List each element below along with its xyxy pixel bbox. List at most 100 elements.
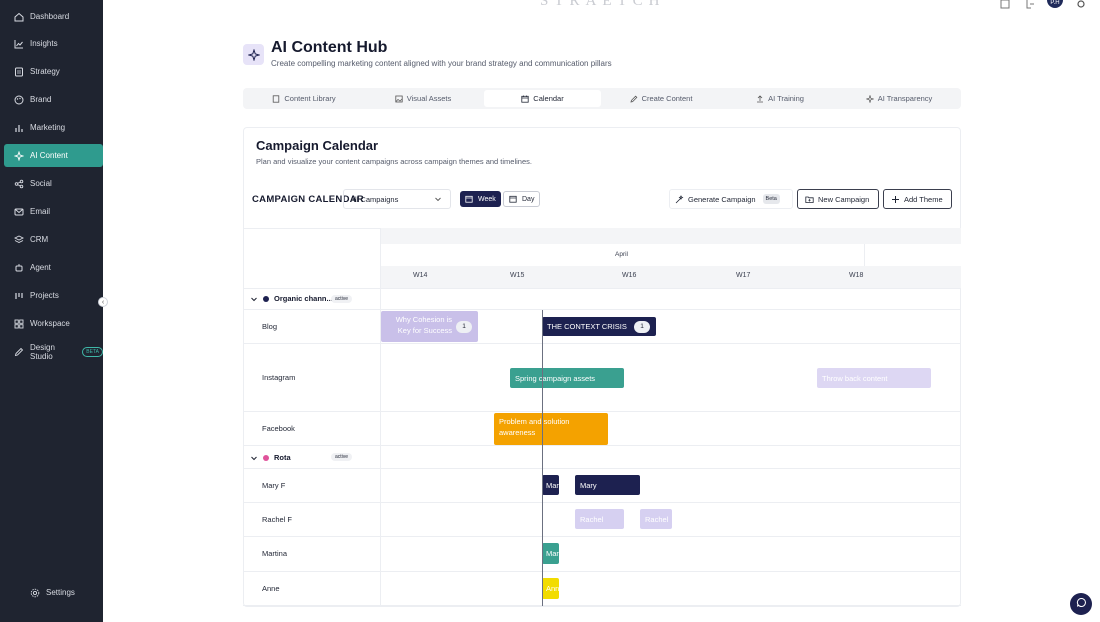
event-bar-instagram[interactable]: Throw back content xyxy=(817,368,931,388)
sidebar-item-settings[interactable]: Settings xyxy=(20,581,100,604)
sidebar-item-dashboard[interactable]: Dashboard xyxy=(4,5,103,28)
row-label-rachel-f: Rachel F xyxy=(262,515,293,524)
row-label-facebook: Facebook xyxy=(262,424,295,433)
gear-icon[interactable] xyxy=(1076,0,1086,8)
tab-visual-assets[interactable]: Visual Assets xyxy=(363,90,483,107)
sidebar-item-agent[interactable]: Agent xyxy=(4,256,103,279)
ai-hub-icon xyxy=(243,44,264,65)
sidebar-item-label: Email xyxy=(30,207,51,216)
today-indicator-line xyxy=(542,310,543,606)
avatar[interactable]: P.H xyxy=(1047,0,1063,8)
event-bar-blog[interactable]: THE CONTEXT CRISIS 1 xyxy=(542,317,656,336)
crm-icon xyxy=(14,234,24,245)
chat-bubble-icon xyxy=(1076,595,1087,613)
sidebar: Dashboard Insights Strategy Brand Market… xyxy=(0,0,103,622)
plus-icon xyxy=(891,195,899,203)
logout-icon[interactable] xyxy=(1025,0,1035,9)
home-icon xyxy=(14,12,24,22)
event-title: Problem and solution awareness xyxy=(499,417,570,437)
new-campaign-button[interactable]: New Campaign xyxy=(797,189,879,209)
sidebar-item-brand[interactable]: Brand xyxy=(4,88,103,111)
event-bar-instagram[interactable]: Spring campaign assets xyxy=(510,368,624,388)
tab-content-library[interactable]: Content Library xyxy=(245,90,363,107)
tab-ai-transparency[interactable]: AI Transparency xyxy=(840,90,958,107)
tab-label: AI Training xyxy=(768,94,804,103)
sidebar-item-design-studio[interactable]: Design Studio BETA xyxy=(4,340,103,363)
event-count-badge: 1 xyxy=(634,320,650,333)
add-theme-label: Add Theme xyxy=(904,194,943,204)
pencil-icon xyxy=(630,95,638,103)
event-bar-rachel-f[interactable]: Rachel xyxy=(575,509,624,529)
row-divider xyxy=(243,343,961,344)
sidebar-item-strategy[interactable]: Strategy xyxy=(4,60,103,83)
add-theme-button[interactable]: Add Theme xyxy=(883,189,952,209)
generate-label: Generate Campaign xyxy=(688,194,756,204)
row-divider xyxy=(243,309,961,310)
tab-label: Create Content xyxy=(641,94,693,103)
image-icon xyxy=(395,95,403,103)
group-header-organic[interactable]: Organic chann... xyxy=(250,294,333,303)
sidebar-collapse-button[interactable]: ‹ xyxy=(98,297,108,307)
grid-icon xyxy=(14,319,24,329)
chat-button[interactable] xyxy=(1070,593,1092,615)
row-divider xyxy=(243,288,961,289)
row-label-martina: Martina xyxy=(262,549,288,558)
page-subtitle: Create compelling marketing content alig… xyxy=(271,59,612,68)
sidebar-item-marketing[interactable]: Marketing xyxy=(4,116,103,139)
event-title: Martina xyxy=(546,549,559,558)
event-title: Mary xyxy=(546,480,559,490)
brand-logo: STRAETCH xyxy=(540,0,666,9)
day-view-button[interactable]: Day xyxy=(503,191,540,207)
pen-icon xyxy=(14,347,24,357)
file-icon xyxy=(272,94,280,103)
document-icon xyxy=(14,67,24,77)
gear-icon xyxy=(30,588,40,598)
sidebar-item-crm[interactable]: CRM xyxy=(4,228,103,251)
sidebar-item-ai-content[interactable]: AI Content xyxy=(4,144,103,167)
sidebar-item-projects[interactable]: Projects xyxy=(4,284,103,307)
tab-label: Calendar xyxy=(533,94,564,103)
event-bar-martina[interactable]: Martina xyxy=(542,543,559,564)
week-view-button[interactable]: Week xyxy=(460,191,501,207)
sidebar-item-label: Agent xyxy=(30,263,51,272)
chevron-down-icon[interactable] xyxy=(250,295,258,303)
sidebar-item-label: Strategy xyxy=(30,67,60,76)
status-badge: active xyxy=(331,295,353,303)
calendar-icon xyxy=(521,95,529,103)
sidebar-item-email[interactable]: Email xyxy=(4,200,103,223)
sidebar-item-workspace[interactable]: Workspace xyxy=(4,312,103,335)
beta-badge: BETA xyxy=(82,346,103,357)
week-label: Week xyxy=(478,195,496,203)
tab-label: Content Library xyxy=(284,94,336,103)
row-divider xyxy=(243,536,961,537)
tab-create-content[interactable]: Create Content xyxy=(602,90,720,107)
chevron-down-icon[interactable] xyxy=(250,454,258,462)
generate-campaign-button[interactable]: Generate Campaign Beta xyxy=(669,189,793,209)
sidebar-item-social[interactable]: Social xyxy=(4,172,103,195)
event-bar-mary-f[interactable]: Mary xyxy=(575,475,640,495)
group-name: Organic chann... xyxy=(274,294,333,303)
sparkles-icon xyxy=(14,150,24,161)
share-icon[interactable] xyxy=(1000,0,1010,9)
event-bar-mary-f[interactable]: Mary xyxy=(542,475,559,495)
calendar-icon xyxy=(509,195,517,203)
campaign-select[interactable]: All Campaigns xyxy=(343,189,451,209)
sidebar-item-label: Dashboard xyxy=(30,12,70,21)
tab-calendar[interactable]: Calendar xyxy=(484,90,601,107)
row-divider xyxy=(243,411,961,412)
group-header-rota[interactable]: Rota xyxy=(250,453,291,462)
event-title: Mary xyxy=(580,480,597,490)
row-label-anne: Anne xyxy=(262,584,280,593)
event-bar-blog[interactable]: Why Cohesion is Key for Success 1 xyxy=(381,311,478,342)
sidebar-item-label: Social xyxy=(30,179,52,188)
row-divider xyxy=(243,468,961,469)
event-bar-facebook[interactable]: Problem and solution awareness xyxy=(494,413,608,445)
row-label-mary-f: Mary F xyxy=(262,481,286,490)
sidebar-item-insights[interactable]: Insights xyxy=(4,32,103,55)
event-bar-rachel-f[interactable]: Rachel xyxy=(640,509,672,529)
event-bar-anne[interactable]: Anne xyxy=(542,578,559,599)
palette-icon xyxy=(14,95,24,105)
group-color-dot xyxy=(263,295,269,302)
calendar-icon xyxy=(465,195,473,203)
tab-ai-training[interactable]: AI Training xyxy=(721,90,839,107)
